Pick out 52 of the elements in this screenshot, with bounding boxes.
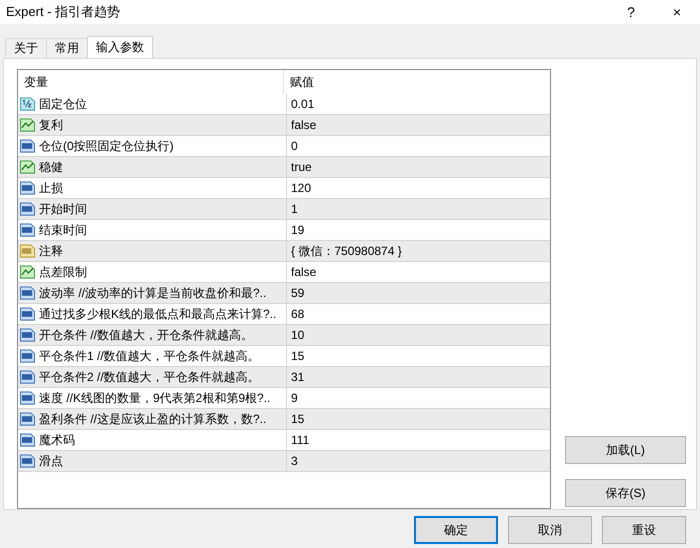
parameter-name: 止损 xyxy=(39,180,63,196)
parameter-name: 波动率 //波动率的计算是当前收盘价和最?.. xyxy=(39,284,266,302)
parameter-value[interactable]: 3 xyxy=(287,451,550,471)
chart-icon xyxy=(20,160,35,174)
parameter-name: 滑点 xyxy=(39,452,63,470)
parameter-name: 平仓条件1 //数值越大，平仓条件就越高。 xyxy=(39,348,260,364)
parameter-name: 盈利条件 //这是应该止盈的计算系数，数?.. xyxy=(39,410,266,428)
chart-icon xyxy=(20,265,35,279)
dialog-button[interactable]: 重设 xyxy=(602,516,686,544)
parameter-value[interactable]: 9 xyxy=(287,388,550,408)
parameter-name: 平仓条件2 //数值越大，平仓条件就越高。 xyxy=(39,368,260,386)
parameter-value[interactable]: 111 xyxy=(287,430,550,450)
parameter-value[interactable]: 59 xyxy=(287,283,550,303)
parameter-name: 仓位(0按照固定仓位执行) xyxy=(39,138,174,154)
parameter-value[interactable]: 15 xyxy=(287,346,550,366)
parameter-name: 注释 xyxy=(39,242,63,260)
parameter-value[interactable]: 31 xyxy=(287,367,550,387)
parameter-name: 结束时间 xyxy=(39,222,87,238)
parameter-value[interactable]: 0.01 xyxy=(287,94,550,114)
parameter-value[interactable]: 15 xyxy=(287,409,550,429)
parameter-name: 固定仓位 xyxy=(39,96,87,112)
dialog-button[interactable]: 取消 xyxy=(508,516,592,544)
parameter-value[interactable]: 19 xyxy=(287,220,550,240)
save-button[interactable]: 保存(S) xyxy=(565,479,686,507)
parameter-value[interactable]: { 微信：750980874 } xyxy=(287,241,550,261)
tab[interactable]: 关于 xyxy=(5,38,47,58)
column-header: 变量 xyxy=(18,70,284,94)
dialog-button[interactable]: 确定 xyxy=(414,516,498,544)
parameter-name: 通过找多少根K线的最低点和最高点来计算?.. xyxy=(39,306,276,322)
parameter-name: 开始时间 xyxy=(39,200,87,218)
parameter-value[interactable]: false xyxy=(287,115,550,135)
parameter-name: 复利 xyxy=(39,116,63,134)
close-button[interactable]: × xyxy=(654,0,700,24)
parameter-name: 速度 //K线图的数量，9代表第2根和第9根?.. xyxy=(39,390,270,406)
load-button[interactable]: 加载(L) xyxy=(565,436,686,464)
parameter-value[interactable]: true xyxy=(287,157,550,177)
parameter-value[interactable]: 10 xyxy=(287,325,550,345)
chart-icon xyxy=(20,118,35,132)
parameter-name: 稳健 xyxy=(39,158,63,176)
window-title: Expert - 指引者趋势 xyxy=(6,3,122,21)
parameter-value[interactable]: false xyxy=(287,262,550,282)
parameter-name: 魔术码 xyxy=(39,432,75,448)
tab[interactable]: 输入参数 xyxy=(87,36,153,58)
parameter-value[interactable]: 0 xyxy=(287,136,550,156)
fraction-icon xyxy=(20,97,35,111)
help-button[interactable]: ? xyxy=(608,0,654,24)
parameter-value[interactable]: 1 xyxy=(287,199,550,219)
column-header: 赋值 xyxy=(289,74,315,90)
parameter-value[interactable]: 120 xyxy=(287,178,550,198)
parameter-name: 点差限制 xyxy=(39,264,87,280)
parameter-value[interactable]: 68 xyxy=(287,304,550,324)
parameter-name: 开仓条件 //数值越大，开仓条件就越高。 xyxy=(39,326,254,344)
